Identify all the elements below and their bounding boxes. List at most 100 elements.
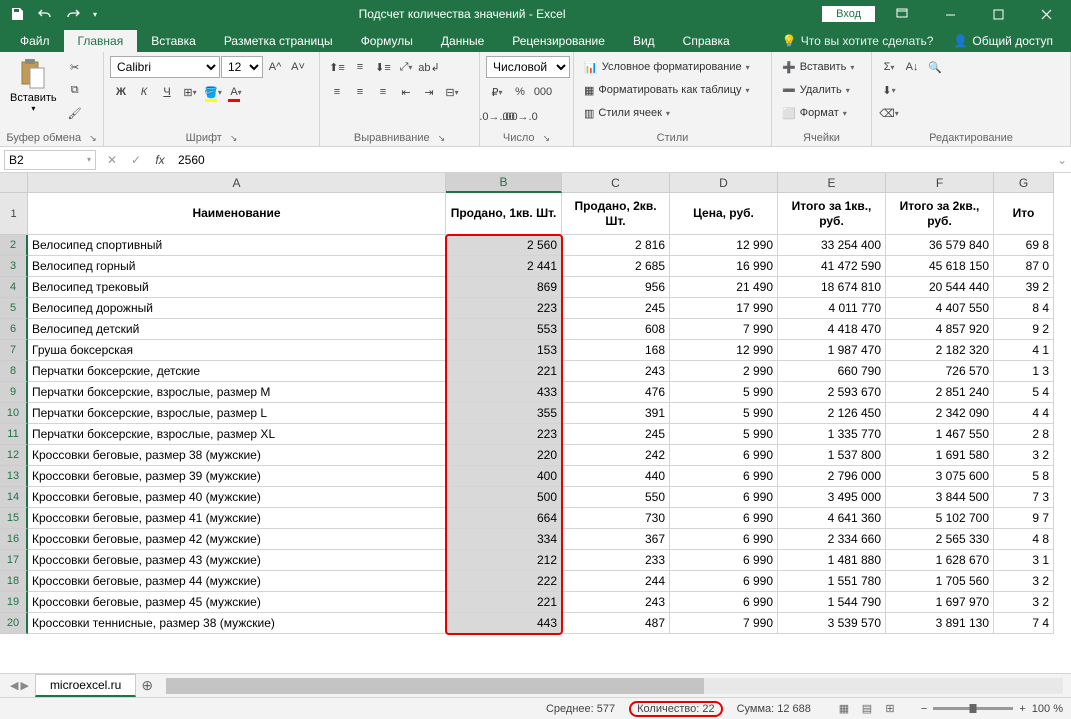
cell[interactable]: 3 2 xyxy=(994,445,1054,466)
cell[interactable]: Кроссовки теннисные, размер 38 (мужские) xyxy=(28,613,446,634)
cell[interactable]: 5 102 700 xyxy=(886,508,994,529)
select-all-corner[interactable] xyxy=(0,173,28,193)
decrease-decimal-button[interactable]: .00→.0 xyxy=(509,106,531,128)
format-cells-button[interactable]: ⬜ Формат xyxy=(778,102,851,124)
cell[interactable]: 869 xyxy=(446,277,562,298)
cell[interactable]: 3 2 xyxy=(994,571,1054,592)
col-header-D[interactable]: D xyxy=(670,173,778,193)
cell[interactable]: 2 990 xyxy=(670,361,778,382)
cell[interactable]: 4 407 550 xyxy=(886,298,994,319)
find-button[interactable]: 🔍 xyxy=(924,56,946,78)
share-button[interactable]: 👤Общий доступ xyxy=(943,30,1063,52)
italic-button[interactable]: К xyxy=(133,81,155,103)
align-center-button[interactable]: ≡ xyxy=(349,81,371,103)
cell[interactable]: 730 xyxy=(562,508,670,529)
cell[interactable]: 1 3 xyxy=(994,361,1054,382)
font-size-select[interactable]: 12 xyxy=(221,56,263,78)
row-header-11[interactable]: 11 xyxy=(0,424,28,445)
cell[interactable]: 1 987 470 xyxy=(778,340,886,361)
cell[interactable]: Груша боксерская xyxy=(28,340,446,361)
cell[interactable]: 487 xyxy=(562,613,670,634)
header-cell[interactable]: Цена, руб. xyxy=(670,193,778,235)
cell[interactable]: 1 551 780 xyxy=(778,571,886,592)
zoom-slider[interactable] xyxy=(933,707,1013,710)
col-header-G[interactable]: G xyxy=(994,173,1054,193)
cut-button[interactable]: ✂ xyxy=(64,56,86,78)
clear-button[interactable]: ⌫ xyxy=(878,102,900,124)
header-cell[interactable]: Итого за 1кв., руб. xyxy=(778,193,886,235)
col-header-A[interactable]: A xyxy=(28,173,446,193)
cell[interactable]: Перчатки боксерские, взрослые, размер XL xyxy=(28,424,446,445)
autosum-button[interactable]: Σ xyxy=(878,56,900,78)
cell[interactable]: 41 472 590 xyxy=(778,256,886,277)
cell[interactable]: 4 8 xyxy=(994,529,1054,550)
cell[interactable]: 334 xyxy=(446,529,562,550)
increase-font-button[interactable]: A^ xyxy=(264,56,286,78)
cell[interactable]: 2 851 240 xyxy=(886,382,994,403)
cell[interactable]: 20 544 440 xyxy=(886,277,994,298)
cell[interactable]: 6 990 xyxy=(670,592,778,613)
align-left-button[interactable]: ≡ xyxy=(326,81,348,103)
cell[interactable]: 6 990 xyxy=(670,487,778,508)
clipboard-expand[interactable]: ↘ xyxy=(89,133,97,144)
cell[interactable]: 223 xyxy=(446,298,562,319)
cell[interactable]: 87 0 xyxy=(994,256,1054,277)
cell[interactable]: 223 xyxy=(446,424,562,445)
cell[interactable]: 4 418 470 xyxy=(778,319,886,340)
col-header-F[interactable]: F xyxy=(886,173,994,193)
cell[interactable]: 3 495 000 xyxy=(778,487,886,508)
cell[interactable]: 8 4 xyxy=(994,298,1054,319)
col-header-E[interactable]: E xyxy=(778,173,886,193)
cell[interactable]: 3 075 600 xyxy=(886,466,994,487)
sort-button[interactable]: A↓ xyxy=(901,56,923,78)
cancel-formula-button[interactable]: ✕ xyxy=(100,150,124,170)
cell[interactable]: 1 628 670 xyxy=(886,550,994,571)
format-painter-button[interactable]: 🖌 xyxy=(64,102,86,124)
cell[interactable]: 12 990 xyxy=(670,235,778,256)
conditional-format-button[interactable]: 📊 Условное форматирование xyxy=(580,56,754,78)
cell[interactable]: 2 334 660 xyxy=(778,529,886,550)
cell[interactable]: 16 990 xyxy=(670,256,778,277)
header-cell[interactable]: Ито xyxy=(994,193,1054,235)
cell[interactable]: 3 539 570 xyxy=(778,613,886,634)
cell[interactable]: 355 xyxy=(446,403,562,424)
undo-button[interactable] xyxy=(32,2,58,26)
cell[interactable]: 7 990 xyxy=(670,613,778,634)
align-bottom-button[interactable]: ⬇≡ xyxy=(372,56,394,78)
cell[interactable]: 221 xyxy=(446,592,562,613)
cell[interactable]: 2 441 xyxy=(446,256,562,277)
normal-view-button[interactable]: ▦ xyxy=(833,700,855,718)
cell[interactable]: 956 xyxy=(562,277,670,298)
tell-me-search[interactable]: 💡Что вы хотите сделать? xyxy=(772,30,944,52)
cell[interactable]: 500 xyxy=(446,487,562,508)
tab-layout[interactable]: Разметка страницы xyxy=(210,30,347,52)
row-header-5[interactable]: 5 xyxy=(0,298,28,319)
row-header-6[interactable]: 6 xyxy=(0,319,28,340)
orientation-button[interactable]: ⤢ xyxy=(395,56,417,78)
cell[interactable]: 9 2 xyxy=(994,319,1054,340)
cell[interactable]: 39 2 xyxy=(994,277,1054,298)
fx-button[interactable]: fx xyxy=(148,150,172,170)
cell[interactable]: 5 8 xyxy=(994,466,1054,487)
cell[interactable]: Кроссовки беговые, размер 40 (мужские) xyxy=(28,487,446,508)
cell[interactable]: Кроссовки беговые, размер 42 (мужские) xyxy=(28,529,446,550)
formula-input[interactable]: 2560 xyxy=(172,153,1053,167)
merge-button[interactable]: ⊟ xyxy=(441,81,463,103)
cell[interactable]: 391 xyxy=(562,403,670,424)
sheet-nav[interactable]: ◀▶ xyxy=(4,679,35,692)
number-expand[interactable]: ↘ xyxy=(543,133,551,144)
row-header-8[interactable]: 8 xyxy=(0,361,28,382)
cell[interactable]: 6 990 xyxy=(670,466,778,487)
row-header-17[interactable]: 17 xyxy=(0,550,28,571)
row-header-13[interactable]: 13 xyxy=(0,466,28,487)
cell[interactable]: Перчатки боксерские, взрослые, размер M xyxy=(28,382,446,403)
cell[interactable]: 1 705 560 xyxy=(886,571,994,592)
cell[interactable]: 245 xyxy=(562,424,670,445)
header-cell[interactable]: Продано, 1кв. Шт. xyxy=(446,193,562,235)
cell[interactable]: 45 618 150 xyxy=(886,256,994,277)
header-cell[interactable]: Наименование xyxy=(28,193,446,235)
cell[interactable]: 1 335 770 xyxy=(778,424,886,445)
login-button[interactable]: Вход xyxy=(822,6,875,22)
cell[interactable]: 1 691 580 xyxy=(886,445,994,466)
cell[interactable]: Перчатки боксерские, детские xyxy=(28,361,446,382)
